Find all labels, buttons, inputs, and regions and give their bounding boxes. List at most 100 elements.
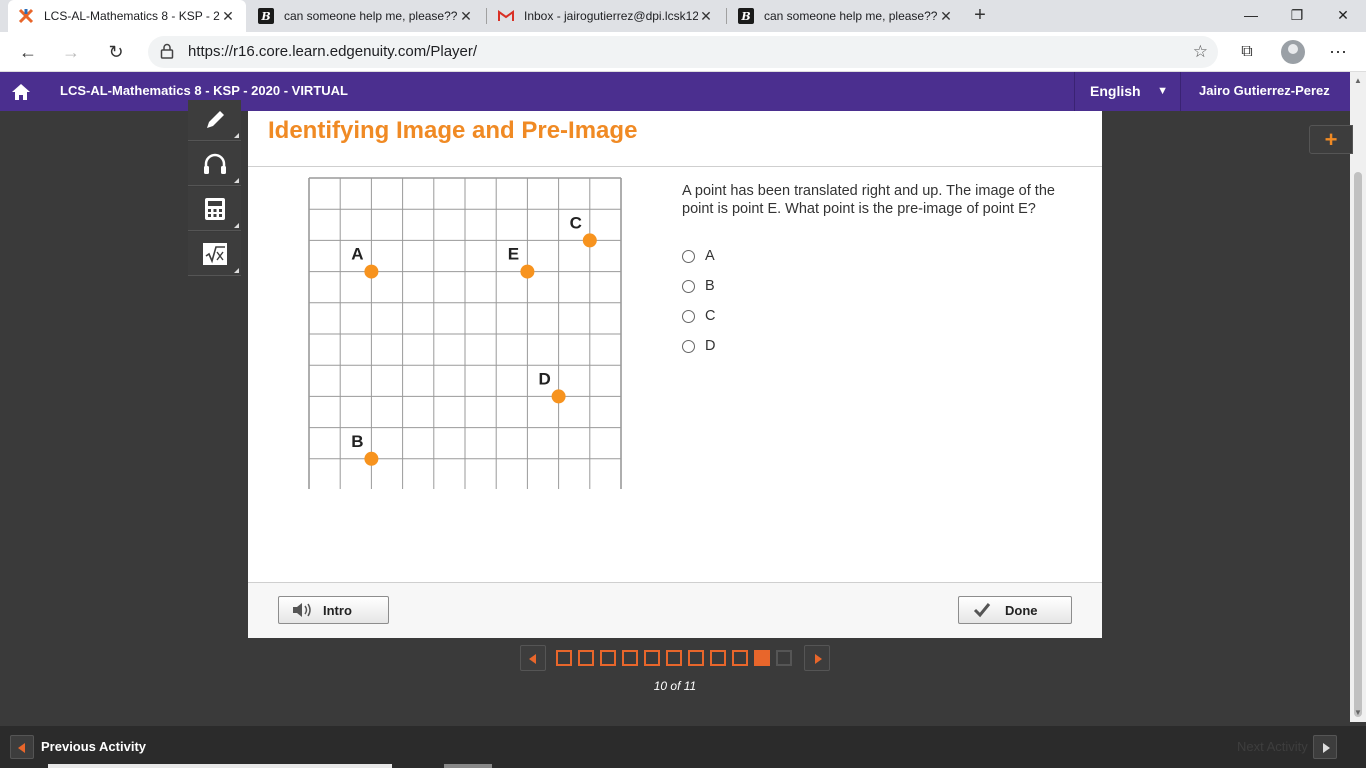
pager-prev-button[interactable] (520, 645, 546, 671)
answer-option-c[interactable]: C (682, 306, 715, 326)
headphones-icon (203, 153, 226, 174)
next-activity-label[interactable]: Next Activity (1237, 726, 1308, 768)
radio-button[interactable] (682, 339, 695, 353)
point-label-a: A (351, 245, 363, 264)
answer-option-a[interactable]: A (682, 246, 715, 266)
point-label-c: C (570, 213, 582, 232)
restore-button[interactable]: ❐ (1274, 0, 1320, 32)
next-activity-button[interactable] (1313, 735, 1337, 759)
pager-page-6[interactable] (666, 650, 682, 666)
expand-plus-button[interactable]: + (1309, 125, 1353, 154)
arrow-right-icon (1323, 743, 1330, 753)
pager-page-3[interactable] (600, 650, 616, 666)
taskbar-strip (444, 764, 492, 768)
audio-tool[interactable] (188, 142, 241, 186)
pager-page-8[interactable] (710, 650, 726, 666)
browser-tab-1[interactable]: LCS-AL-Mathematics 8 - KSP - 2020 - VIRT… (8, 0, 246, 32)
pager-count: 10 of 11 (653, 679, 697, 693)
tab-title: LCS-AL-Mathematics 8 - KSP - 2020 - VIRT… (44, 9, 220, 23)
radio-button[interactable] (682, 249, 695, 263)
user-name[interactable]: Jairo Gutierrez-Perez (1180, 72, 1350, 111)
lock-icon (160, 43, 174, 59)
page-scrollbar[interactable]: ▲ ▼ (1350, 72, 1366, 722)
pencil-tool[interactable] (188, 100, 241, 141)
previous-activity-button[interactable] (10, 735, 34, 759)
intro-button[interactable]: Intro (278, 596, 389, 624)
pager-next-button[interactable] (804, 645, 830, 671)
calculator-icon (204, 197, 225, 220)
browser-toolbar: ← → ↻ https://r16.core.learn.edgenuity.c… (0, 32, 1366, 72)
option-label: C (705, 308, 716, 324)
forward-button[interactable]: → (57, 38, 85, 66)
arrow-right-icon (815, 654, 822, 664)
close-tab-icon[interactable]: ✕ (698, 8, 714, 25)
calculator-tool[interactable] (188, 187, 241, 231)
close-tab-icon[interactable]: ✕ (458, 8, 474, 25)
taskbar-strip (48, 764, 392, 768)
brainly-icon: B (738, 8, 754, 24)
pager-page-1[interactable] (556, 650, 572, 666)
answer-option-d[interactable]: D (682, 336, 715, 356)
home-button[interactable] (0, 72, 42, 111)
done-label: Done (1005, 602, 1038, 618)
previous-activity-label[interactable]: Previous Activity (41, 726, 146, 768)
done-button[interactable]: Done (958, 596, 1072, 624)
tab-title: can someone help me, please??? - Brainly (764, 9, 938, 23)
new-tab-button[interactable]: + (968, 4, 992, 28)
tab-title: Inbox - jairogutierrez@dpi.lcsk12.org (524, 9, 698, 23)
close-tab-icon[interactable]: ✕ (220, 8, 236, 25)
tool-corner (234, 133, 239, 138)
star-icon[interactable]: ☆ (1193, 36, 1208, 68)
language-select[interactable]: English ▼ (1074, 72, 1180, 111)
profile-avatar[interactable] (1281, 40, 1305, 64)
home-icon (12, 83, 30, 100)
scrollbar-thumb[interactable] (1354, 172, 1362, 717)
pencil-icon (206, 111, 224, 128)
tab-separator (486, 8, 487, 24)
answer-option-b[interactable]: B (682, 276, 715, 296)
gmail-icon (498, 8, 514, 24)
tool-palette (188, 100, 241, 277)
close-window-button[interactable]: ✕ (1320, 0, 1366, 32)
radio-button[interactable] (682, 279, 695, 293)
pager-page-2[interactable] (578, 650, 594, 666)
pager-page-5[interactable] (644, 650, 660, 666)
brainly-icon: B (258, 8, 274, 24)
scroll-down-icon[interactable]: ▼ (1350, 708, 1366, 717)
arrow-left-icon (529, 654, 536, 664)
minimize-button[interactable]: — (1228, 0, 1274, 32)
language-value: English (1090, 83, 1141, 99)
close-tab-icon[interactable]: ✕ (938, 8, 954, 25)
collections-icon[interactable]: ⧉ (1233, 38, 1261, 66)
point-d (551, 389, 566, 404)
activity-nav-bar: Previous Activity Next Activity (0, 726, 1366, 768)
speaker-icon (293, 603, 311, 617)
browser-tab-3[interactable]: Inbox - jairogutierrez@dpi.lcsk12.org ✕ (488, 0, 724, 32)
chevron-down-icon: ▼ (1157, 85, 1168, 97)
coordinate-grid: A E C D B (308, 177, 622, 489)
activity-panel: Identifying Image and Pre-Image AECDB A … (248, 111, 1102, 638)
square-root-icon (202, 242, 227, 265)
scroll-up-icon[interactable]: ▲ (1350, 76, 1366, 85)
tab-separator (726, 8, 727, 24)
more-menu-icon[interactable]: ⋯ (1324, 38, 1352, 66)
pager-page-7[interactable] (688, 650, 704, 666)
url-text: https://r16.core.learn.edgenuity.com/Pla… (188, 43, 478, 60)
browser-tab-2[interactable]: B can someone help me, please??? - Brain… (248, 0, 484, 32)
pager-page-11[interactable] (776, 650, 792, 666)
browser-tab-4[interactable]: B can someone help me, please??? - Brain… (728, 0, 964, 32)
point-label-d: D (538, 369, 550, 388)
radio-button[interactable] (682, 309, 695, 323)
pager-page-9[interactable] (732, 650, 748, 666)
formula-tool[interactable] (188, 232, 241, 276)
divider (248, 166, 1102, 167)
point-b (364, 451, 379, 466)
address-bar[interactable]: https://r16.core.learn.edgenuity.com/Pla… (148, 36, 1218, 68)
point-a (364, 264, 379, 279)
reload-button[interactable]: ↻ (102, 38, 130, 66)
pager-page-10[interactable] (754, 650, 770, 666)
edgenuity-icon (18, 8, 34, 24)
pager-page-4[interactable] (622, 650, 638, 666)
intro-label: Intro (323, 602, 352, 618)
back-button[interactable]: ← (14, 38, 42, 66)
